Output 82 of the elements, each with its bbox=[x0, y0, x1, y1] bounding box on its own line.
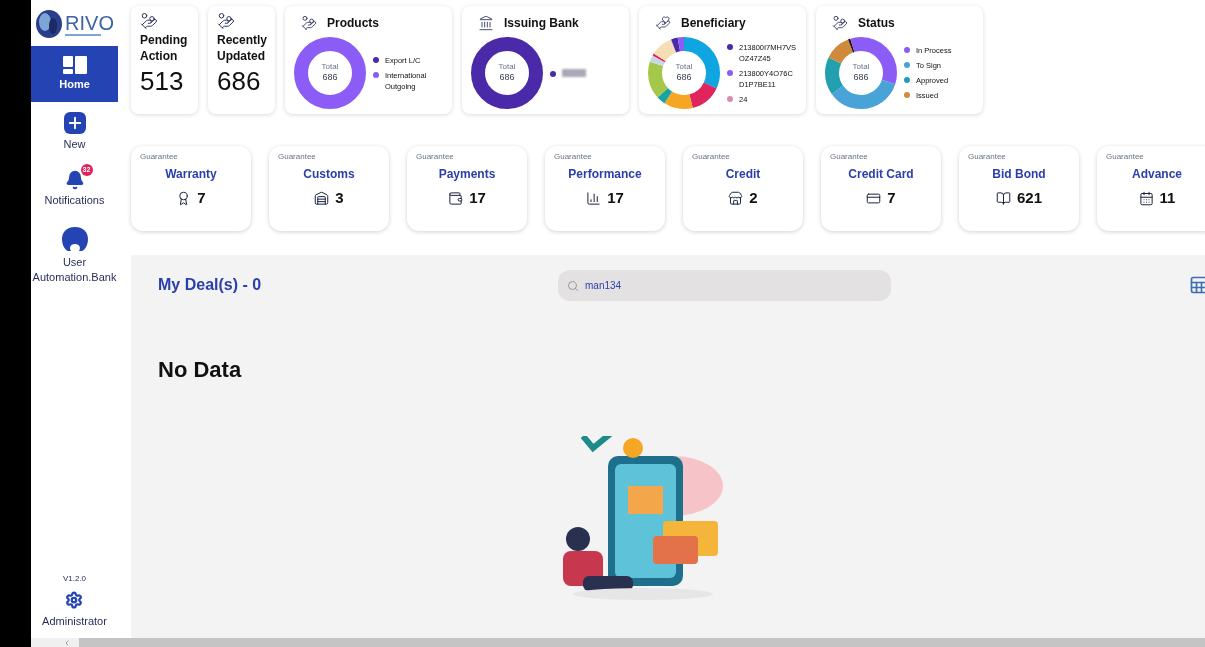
hand-icon bbox=[140, 12, 158, 30]
administrator-button[interactable]: Administrator bbox=[42, 590, 107, 629]
dashboard-icon bbox=[62, 56, 87, 74]
card-caption: Guarantee bbox=[554, 151, 592, 163]
card-title: Issuing Bank bbox=[504, 15, 579, 32]
card-caption: Guarantee bbox=[416, 151, 454, 163]
sidebar-item[interactable]: User Automation.Bank bbox=[31, 218, 118, 293]
card-icon bbox=[996, 190, 1011, 206]
card-title: Payments bbox=[438, 166, 496, 183]
empty-message: No Data bbox=[157, 356, 243, 384]
card-count: 7 bbox=[887, 188, 896, 208]
guarantee-card[interactable]: Guarantee Warranty 7 bbox=[131, 146, 251, 231]
card-caption: Guarantee bbox=[830, 151, 868, 163]
card-caption: Guarantee bbox=[1106, 151, 1144, 163]
card-caption: Guarantee bbox=[140, 151, 178, 163]
card-caption: Guarantee bbox=[968, 151, 1006, 163]
card-value: 686 bbox=[217, 66, 262, 96]
card-count: 3 bbox=[335, 188, 344, 208]
card-count: 17 bbox=[469, 188, 486, 208]
card-caption: Guarantee bbox=[692, 151, 730, 163]
logo-text: RIVO bbox=[65, 12, 114, 33]
guarantee-card[interactable]: Guarantee Performance 17 bbox=[545, 146, 665, 231]
user-icon bbox=[60, 226, 89, 252]
card-title: Credit Card bbox=[848, 166, 914, 183]
add-icon bbox=[63, 112, 86, 134]
bell-icon bbox=[64, 170, 85, 190]
sidebar-item[interactable]: Home bbox=[31, 46, 118, 102]
total-label: Total bbox=[675, 62, 693, 73]
card-title: Bid Bond bbox=[992, 166, 1046, 183]
total-label: Total bbox=[498, 62, 516, 73]
card-count: 2 bbox=[749, 188, 758, 208]
card-title: Advance bbox=[1132, 166, 1182, 183]
deals-title: My Deal(s) - 0 bbox=[158, 275, 263, 295]
card-title: Products bbox=[327, 15, 379, 32]
tagline-mark bbox=[65, 33, 102, 36]
total-label: Total bbox=[321, 62, 339, 73]
card-title: Status bbox=[858, 15, 895, 32]
card-icon bbox=[478, 15, 494, 31]
total-label: Total bbox=[852, 62, 870, 73]
total-value: 686 bbox=[676, 72, 692, 84]
card-icon bbox=[655, 15, 671, 31]
hand-icon bbox=[217, 12, 235, 30]
card-count: 17 bbox=[607, 188, 624, 208]
card-icon bbox=[832, 15, 848, 31]
card-title: Credit bbox=[725, 166, 761, 183]
card-icon bbox=[728, 190, 744, 206]
card-title: Customs bbox=[303, 166, 355, 183]
card-title: Pending Action bbox=[140, 32, 189, 64]
guarantee-card[interactable]: Guarantee Bid Bond 621 bbox=[959, 146, 1079, 231]
card-caption: Guarantee bbox=[278, 151, 316, 163]
total-value: 686 bbox=[322, 72, 338, 84]
card-icon bbox=[866, 190, 882, 206]
total-value: 686 bbox=[499, 72, 515, 84]
card-title: Beneficiary bbox=[681, 15, 746, 32]
card-count: 621 bbox=[1017, 188, 1042, 208]
sidebar-item[interactable]: New bbox=[31, 104, 118, 160]
globe-logo-icon bbox=[35, 9, 64, 39]
card-title: Warranty bbox=[165, 166, 217, 183]
card-icon bbox=[448, 190, 464, 206]
card-icon bbox=[586, 190, 602, 206]
card-title: Recently Updated bbox=[217, 32, 266, 64]
guarantee-card[interactable]: Guarantee Payments 17 bbox=[407, 146, 527, 231]
version-label: V1.2.0 bbox=[62, 572, 87, 585]
card-value: 513 bbox=[140, 66, 185, 96]
card-icon bbox=[1138, 190, 1154, 206]
card-count: 7 bbox=[197, 188, 206, 208]
scroll-left-icon[interactable] bbox=[63, 638, 71, 647]
blurred-label bbox=[562, 69, 586, 77]
card-title: Performance bbox=[568, 166, 642, 183]
card-icon bbox=[314, 190, 330, 206]
guarantee-card[interactable]: Guarantee Credit 2 bbox=[683, 146, 803, 231]
search-icon bbox=[567, 279, 579, 292]
total-value: 686 bbox=[853, 72, 869, 84]
guarantee-card[interactable]: Guarantee Credit Card 7 bbox=[821, 146, 941, 231]
spreadsheet-icon[interactable] bbox=[1189, 275, 1205, 295]
horizontal-scrollbar[interactable] bbox=[31, 638, 1205, 647]
card-icon bbox=[301, 15, 317, 31]
guarantee-card[interactable]: Guarantee Customs 3 bbox=[269, 146, 389, 231]
guarantee-card[interactable]: Guarantee Advance 11 bbox=[1097, 146, 1205, 231]
search-field[interactable]: man134 bbox=[558, 269, 891, 301]
gear-icon bbox=[65, 590, 84, 609]
card-count: 11 bbox=[1159, 188, 1176, 208]
